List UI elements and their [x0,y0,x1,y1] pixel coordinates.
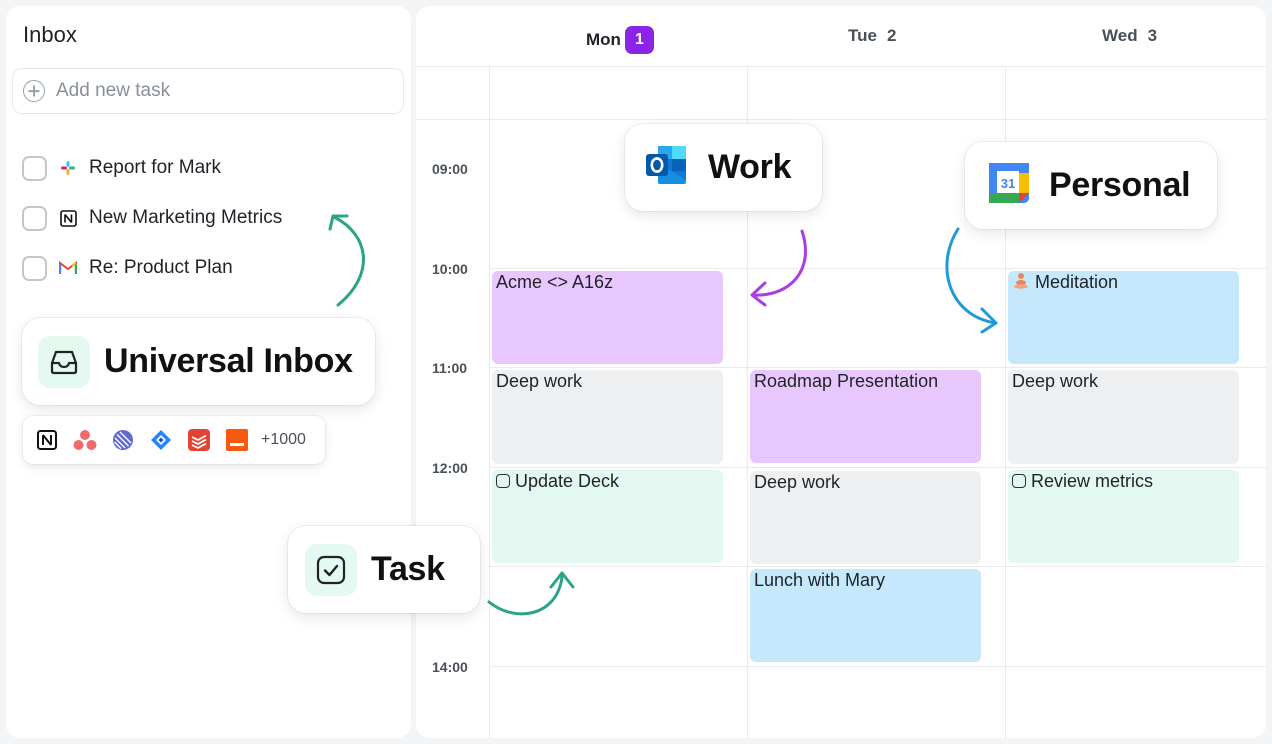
event-task-update-deck[interactable]: Update Deck [492,470,723,563]
slack-icon [59,159,77,177]
event-roadmap-presentation[interactable]: Roadmap Presentation [750,370,981,463]
universal-inbox-card: Universal Inbox [22,318,375,405]
integrations-strip: +1000 [23,416,325,464]
header-divider [416,66,1266,67]
event-title: Deep work [754,472,841,492]
task-card-label: Task [371,550,445,588]
task-checkbox-icon[interactable] [1012,474,1026,488]
day-header-mon[interactable]: Mon 1 [586,26,654,54]
hour-line [490,268,1266,269]
universal-inbox-card-label: Universal Inbox [104,342,353,380]
day-number: 2 [886,26,897,45]
hour-line [490,666,1266,667]
jira-icon [149,428,173,452]
day-number: 3 [1147,26,1158,45]
event-deep-work-mon[interactable]: Deep work [492,370,723,464]
arrow-to-inbox-icon [328,214,365,307]
day-header-tue[interactable]: Tue 2 [848,26,896,46]
time-label: 11:00 [432,360,468,376]
event-task-review-metrics[interactable]: Review metrics [1008,470,1239,563]
task-checkbox[interactable] [22,155,47,181]
event-title: Deep work [496,371,583,391]
clickup-icon [225,428,249,452]
notion-icon [59,209,77,227]
hour-line [490,367,1266,368]
event-title: Update Deck [515,471,620,491]
event-deep-work-wed[interactable]: Deep work [1008,370,1239,464]
task-label: Report for Mark [89,157,221,178]
todoist-icon [187,428,211,452]
work-calendar-card: Work [625,124,822,211]
svg-text:31: 31 [1001,176,1015,191]
event-title: Acme <> A16z [496,272,614,292]
event-title: Meditation [1035,272,1119,292]
google-calendar-icon: 31 [989,163,1029,208]
task-checkbox[interactable] [22,255,47,281]
all-day-divider [416,119,1266,120]
asana-icon [73,428,97,452]
task-checkbox-icon[interactable] [496,474,510,488]
inbox-title: Inbox [23,22,77,47]
time-label: 12:00 [432,460,468,476]
plus-circle-icon [23,80,45,102]
task-item-report-for-mark[interactable]: Report for Mark [22,143,282,193]
day-name: Wed [1102,26,1138,45]
arrow-task-to-event-icon [487,571,575,616]
gmail-icon [59,259,77,277]
day-header-wed[interactable]: Wed 3 [1102,26,1157,46]
outlook-icon [644,144,688,191]
task-list: Report for Mark New Marketing Metrics Re… [22,143,282,293]
event-title: Lunch with Mary [754,570,886,590]
time-label: 10:00 [432,261,468,277]
event-deep-work-tue[interactable]: Deep work [750,471,981,564]
personal-card-label: Personal [1049,166,1191,204]
time-label: 14:00 [432,659,468,675]
event-title: Roadmap Presentation [754,371,939,391]
task-item-new-marketing-metrics[interactable]: New Marketing Metrics [22,193,282,243]
time-label: 09:00 [432,161,468,177]
more-integrations-count: +1000 [261,431,306,448]
linear-icon [111,428,135,452]
task-label: Re: Product Plan [89,257,233,278]
add-task-placeholder: Add new task [56,80,171,101]
column-divider [489,66,490,738]
event-lunch-with-mary[interactable]: Lunch with Mary [750,569,981,662]
task-checkbox[interactable] [22,205,47,231]
hour-line [490,467,1266,468]
personal-calendar-card: 31 Personal [965,142,1217,229]
calendar-view: Mon 1 Tue 2 Wed 3 09:00 10:00 11:00 12:0… [416,6,1266,738]
arrow-personal-to-event-icon [945,227,998,334]
notion-icon [35,428,59,452]
meditation-emoji-icon [1012,272,1035,292]
event-title: Review metrics [1031,471,1154,491]
event-acme-a16z[interactable]: Acme <> A16z [492,271,723,364]
task-item-re-product-plan[interactable]: Re: Product Plan [22,243,282,293]
task-label: New Marketing Metrics [89,207,283,228]
arrow-work-to-event-icon [750,229,807,307]
day-name: Mon [586,30,621,49]
work-card-label: Work [708,148,792,186]
task-card: Task [288,526,480,613]
today-badge: 1 [624,26,654,54]
event-meditation[interactable]: Meditation [1008,271,1239,364]
check-square-icon [305,543,357,596]
day-name: Tue [848,26,877,45]
hour-line [490,566,1266,567]
inbox-tray-icon [38,335,90,388]
event-title: Deep work [1012,371,1099,391]
add-task-input[interactable]: Add new task [12,68,404,114]
